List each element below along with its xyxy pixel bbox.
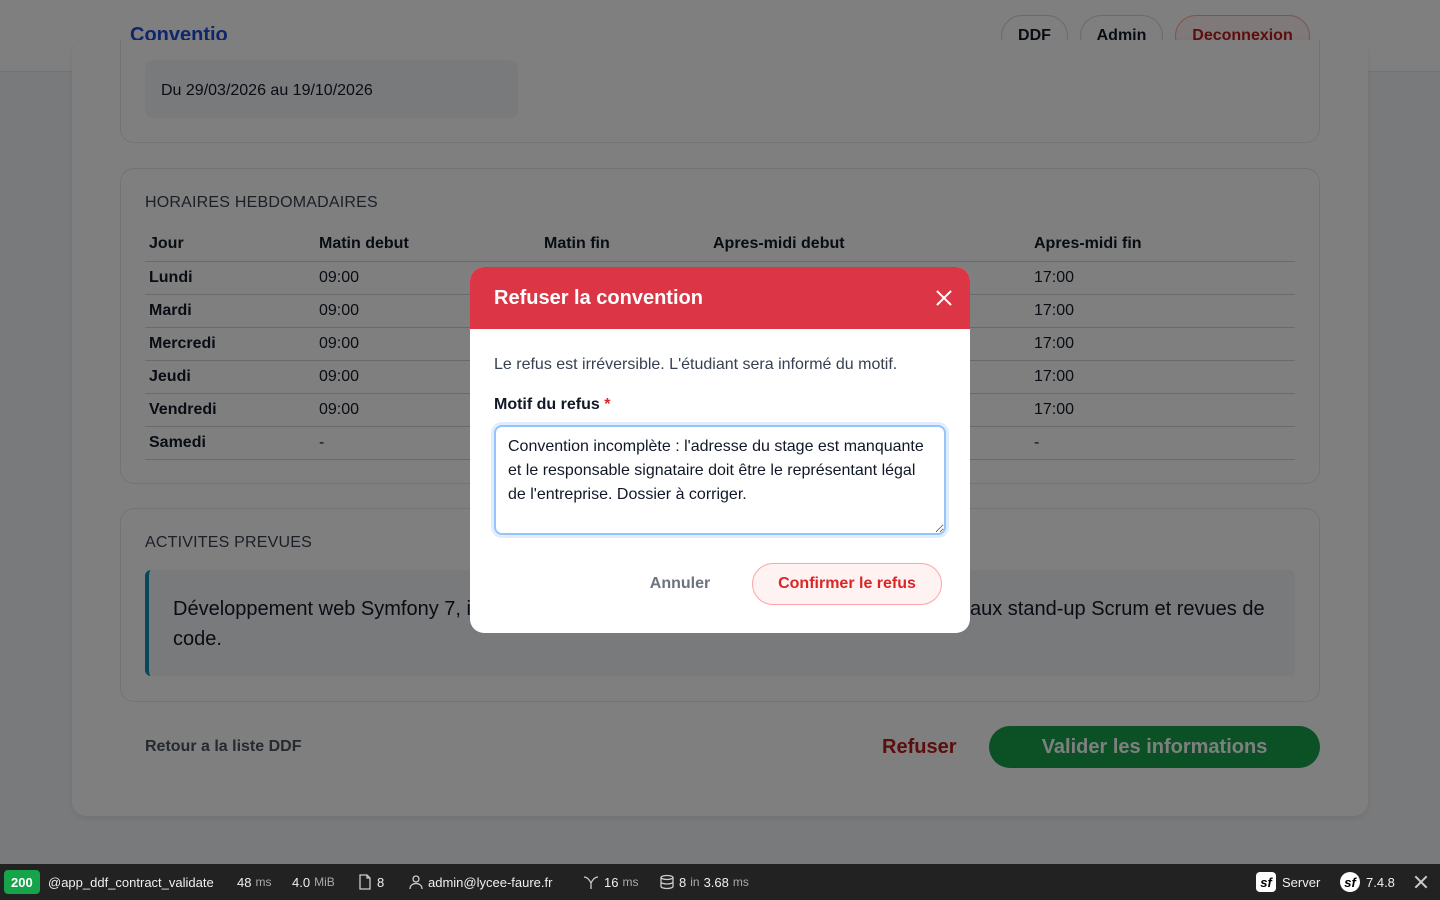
symfony-icon: sf	[1256, 872, 1276, 892]
db-query-count: 8	[679, 874, 687, 890]
memory-usage[interactable]: 4.0 MiB	[292, 864, 335, 900]
symfony-version-icon: sf	[1340, 872, 1360, 892]
document-icon	[359, 874, 371, 890]
modal-header: Refuser la convention	[470, 267, 970, 329]
user-panel[interactable]: admin@lycee-faure.fr	[408, 864, 552, 900]
memory-value: 4.0	[292, 874, 311, 890]
modal-description: Le refus est irréversible. L'étudiant se…	[494, 356, 898, 373]
route-name[interactable]: @app_ddf_contract_validate	[48, 864, 214, 900]
render-time-unit: ms	[622, 875, 639, 889]
twig-icon	[583, 876, 599, 889]
status-badge[interactable]: 200	[4, 870, 40, 894]
request-time[interactable]: 48 ms	[237, 864, 271, 900]
request-time-unit: ms	[255, 875, 272, 889]
confirm-refuse-button[interactable]: Confirmer le refus	[752, 563, 942, 605]
modal-title: Refuser la convention	[494, 287, 703, 309]
forms-panel[interactable]: 8	[357, 864, 384, 900]
render-panel[interactable]: 16 ms	[582, 864, 638, 900]
close-icon[interactable]	[932, 286, 956, 310]
request-time-value: 48	[237, 874, 252, 890]
forms-count: 8	[377, 874, 385, 890]
symfony-version: 7.4.8	[1366, 874, 1395, 890]
db-time-unit: ms	[732, 875, 749, 889]
refuse-modal: Refuser la convention Le refus est irrév…	[470, 267, 970, 633]
render-time-value: 16	[604, 874, 619, 890]
database-panel[interactable]: 8 in 3.68 ms	[659, 864, 749, 900]
reason-textarea[interactable]: Convention incomplète : l'adresse du sta…	[494, 425, 946, 535]
database-icon	[660, 874, 674, 890]
version-panel[interactable]: sf 7.4.8	[1340, 864, 1395, 900]
db-in-label: in	[690, 875, 700, 889]
close-toolbar-icon[interactable]	[1413, 874, 1429, 890]
server-label: Server	[1282, 874, 1321, 890]
user-email: admin@lycee-faure.fr	[428, 874, 553, 890]
reason-label-text: Motif du refus	[494, 396, 600, 413]
required-mark: *	[604, 396, 611, 413]
server-panel[interactable]: sf Server	[1256, 864, 1320, 900]
memory-unit: MiB	[314, 875, 335, 889]
reason-label: Motif du refus *	[494, 396, 610, 414]
debug-toolbar: 200 @app_ddf_contract_validate 48 ms 4.0…	[0, 864, 1440, 900]
user-icon	[409, 875, 423, 890]
cancel-button[interactable]: Annuler	[630, 563, 730, 605]
db-time-value: 3.68	[703, 874, 729, 890]
